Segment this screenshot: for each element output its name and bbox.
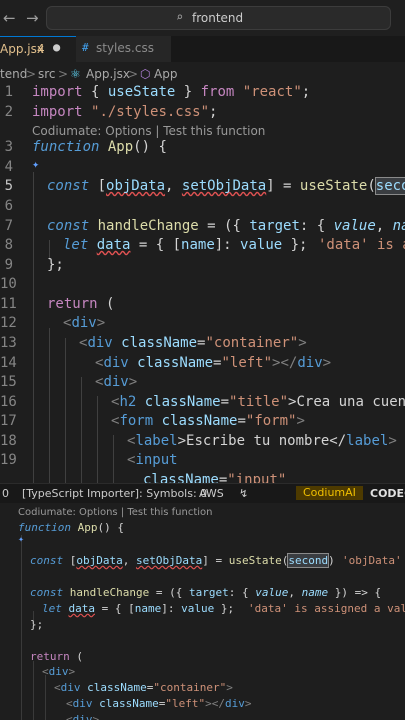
breadcrumb-item[interactable]: App: [154, 67, 177, 81]
unsaved-dot-icon[interactable]: ●: [53, 40, 60, 54]
code-line: let data = { [name]: value };: [42, 602, 235, 615]
codelens-options[interactable]: Codiumate: Options | Test this function: [32, 124, 265, 138]
codegpt-button[interactable]: CODEG: [370, 487, 405, 500]
status-bar: 0 [TypeScript Importer]: Symbols: 0 AWS …: [0, 483, 405, 503]
code-line: function App() {: [32, 139, 167, 155]
code-editor[interactable]: 1 2 3 4 5 6 7 8 9 10 11 12 13 14 15 16 1…: [0, 84, 405, 483]
code-line: <div>: [63, 315, 106, 331]
status-aws[interactable]: AWS: [199, 487, 224, 500]
code-line: let data = { [name]: value };: [63, 237, 308, 253]
title-bar: ← → ⌕ frontend: [0, 0, 405, 36]
tab-app-jsx[interactable]: App.jsx 4 ●: [0, 36, 76, 62]
css-icon: #: [82, 41, 89, 54]
codiumai-button[interactable]: CodiumAI: [296, 486, 363, 500]
lightbulb-icon[interactable]: ✦: [32, 157, 39, 171]
code-line: return (: [47, 296, 115, 312]
breadcrumb-item[interactable]: App.jsx: [86, 67, 130, 81]
code-line: import "./styles.css";: [32, 104, 218, 120]
code-line: const [objData, setObjData] = useState(s…: [47, 177, 405, 195]
zoomed-code-view: Codiumate: Options | Test this function …: [0, 503, 405, 720]
symbol-icon: ⬡: [140, 67, 151, 81]
breadcrumb-item[interactable]: tend: [0, 67, 27, 81]
search-icon: ⌕: [176, 10, 184, 24]
code-line: <div>: [95, 374, 138, 390]
code-line: <div>: [66, 713, 100, 720]
breadcrumb-item[interactable]: src: [38, 67, 56, 81]
code-line: };: [30, 618, 44, 631]
inline-diagnostic: 'data' is as: [318, 237, 405, 253]
tab-label: styles.css: [96, 41, 154, 55]
code-line: <form className="form">: [111, 413, 305, 429]
code-line: <div>: [42, 665, 76, 678]
git-icon[interactable]: ↯: [239, 487, 248, 500]
code-line: const [objData, setObjData] = useState(s…: [30, 553, 335, 568]
code-line: <label>Escribe tu nombre</label>: [127, 433, 397, 449]
codelens-options[interactable]: Codiumate: Options | Test this function: [18, 507, 213, 518]
inline-diagnostic: 'objData' i: [342, 554, 402, 567]
lightbulb-icon[interactable]: ✦: [18, 534, 24, 545]
code-line: return (: [30, 650, 83, 663]
code-line: <div className="left"></div>: [66, 697, 252, 710]
problem-count-badge: 4: [37, 42, 45, 56]
code-line: const handleChange = ({ target: { value,…: [47, 218, 405, 234]
code-line: <div className="container">: [79, 335, 307, 351]
status-ts-importer[interactable]: [TypeScript Importer]: Symbols: 0: [22, 487, 207, 500]
code-line: import { useState } from "react";: [32, 84, 311, 100]
forward-arrow-icon[interactable]: →: [26, 9, 39, 27]
code-line: };: [47, 257, 64, 273]
code-line: <input: [127, 452, 178, 468]
status-column[interactable]: 0: [2, 487, 9, 500]
code-line: const handleChange = ({ target: { value,…: [30, 586, 382, 599]
code-line: <div className="container">: [54, 681, 233, 694]
editor-tabs: App.jsx 4 ● # styles.css: [0, 36, 405, 62]
command-center-search[interactable]: ⌕ frontend: [46, 6, 391, 30]
code-line: <div className="left"></div>: [95, 355, 332, 371]
code-line: function App() {: [18, 521, 124, 534]
code-line: className="input": [143, 472, 287, 483]
inline-diagnostic: 'data' is assigned a value: [248, 602, 405, 615]
tab-styles-css[interactable]: # styles.css: [76, 36, 171, 62]
code-line: <h2 className="title">Crea una cuenta</: [111, 394, 405, 410]
react-icon: ⚛: [70, 67, 81, 81]
back-arrow-icon[interactable]: ←: [3, 9, 16, 27]
search-text: frontend: [192, 11, 244, 25]
